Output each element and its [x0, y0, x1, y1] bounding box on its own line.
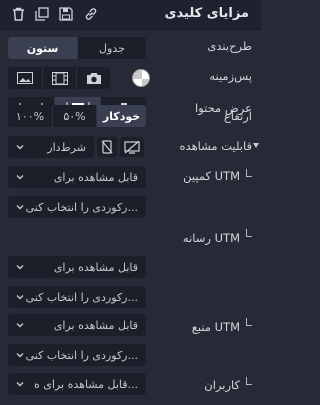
- utm-source-visibility-value: قابل مشاهده برای: [53, 318, 138, 332]
- hide-on-desktop-button[interactable]: [120, 137, 144, 157]
- background-type-control: [8, 67, 110, 89]
- users-visibility-value: قابل مشاهده برای ه...: [34, 377, 138, 391]
- height-control: ۱۰۰% ۵۰% خودکار: [8, 105, 146, 127]
- utm-medium-label: رسانه UTM: [182, 231, 240, 245]
- chevron-down-icon: [16, 175, 24, 180]
- color-picker-swatch[interactable]: [132, 69, 150, 87]
- save-icon[interactable]: [58, 6, 74, 22]
- utm-campaign-visibility-select[interactable]: قابل مشاهده برای: [8, 166, 146, 188]
- utm-medium-visibility-select[interactable]: قابل مشاهده برای: [8, 256, 146, 278]
- utm-source-visibility-select[interactable]: قابل مشاهده برای: [8, 314, 146, 336]
- utm-medium-record-placeholder: رکوردی را انتخاب کنی...: [25, 290, 138, 304]
- chevron-down-icon: [16, 382, 24, 387]
- link-icon[interactable]: [83, 6, 99, 22]
- chevron-down-icon: [16, 295, 24, 300]
- height-label: ارتفاع: [223, 109, 252, 123]
- layout-option-table[interactable]: جدول: [77, 37, 146, 59]
- tree-connector: [246, 377, 252, 385]
- layout-option-column[interactable]: ستون: [8, 37, 77, 59]
- collapse-arrow-icon[interactable]: [253, 143, 259, 148]
- height-option-100[interactable]: ۱۰۰%: [8, 105, 52, 127]
- utm-campaign-record-placeholder: رکوردی را انتخاب کنی...: [25, 200, 138, 214]
- panel-header: مزایای کلیدی: [0, 0, 261, 30]
- utm-campaign-visibility-value: قابل مشاهده برای: [53, 170, 138, 184]
- delete-icon[interactable]: [10, 6, 26, 22]
- users-visibility-select[interactable]: قابل مشاهده برای ه...: [8, 373, 146, 395]
- tree-connector: [246, 318, 252, 326]
- users-label: کاربران: [204, 378, 240, 392]
- layout-label: طرح‌بندی: [207, 39, 252, 53]
- chevron-down-icon: [16, 353, 24, 358]
- tree-connector: [246, 229, 252, 237]
- height-option-auto[interactable]: خودکار: [96, 105, 146, 127]
- video-background-button[interactable]: [42, 67, 76, 89]
- utm-source-record-placeholder: رکوردی را انتخاب کنی...: [25, 348, 138, 362]
- chevron-down-icon: [16, 323, 24, 328]
- utm-campaign-record-input[interactable]: رکوردی را انتخاب کنی...: [8, 196, 146, 218]
- visibility-select-value: شرط‌دار: [47, 140, 86, 154]
- tree-connector: [246, 169, 252, 177]
- background-label: پس‌زمینه: [209, 69, 252, 83]
- panel-title: مزایای کلیدی: [164, 6, 249, 21]
- visibility-label: قابلیت مشاهده: [179, 139, 252, 153]
- height-option-50[interactable]: ۵۰%: [52, 105, 96, 127]
- image-background-button[interactable]: [8, 67, 42, 89]
- utm-campaign-label: کمپین UTM: [183, 169, 240, 183]
- chevron-down-icon: [16, 265, 24, 270]
- visibility-select[interactable]: شرط‌دار: [8, 136, 94, 158]
- utm-medium-record-input[interactable]: رکوردی را انتخاب کنی...: [8, 286, 146, 308]
- utm-source-label: منبع UTM: [191, 320, 240, 334]
- camera-icon[interactable]: [76, 67, 110, 89]
- chevron-down-icon: [16, 205, 24, 210]
- hide-on-mobile-button[interactable]: [97, 137, 117, 157]
- layout-segmented-control: ستون جدول: [8, 37, 146, 59]
- utm-source-record-input[interactable]: رکوردی را انتخاب کنی...: [8, 344, 146, 366]
- duplicate-icon[interactable]: [34, 6, 50, 22]
- chevron-down-icon: [16, 145, 24, 150]
- utm-medium-visibility-value: قابل مشاهده برای: [53, 260, 138, 274]
